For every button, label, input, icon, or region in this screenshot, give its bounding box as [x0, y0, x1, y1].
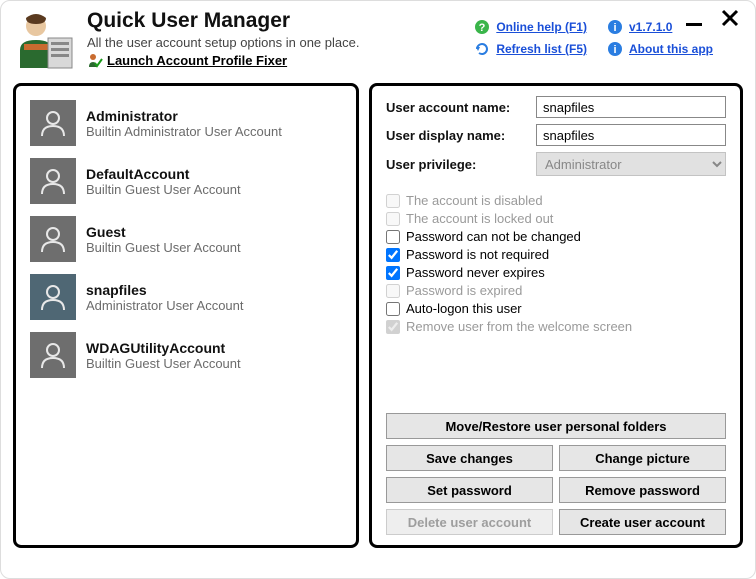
user-name: DefaultAccount: [86, 166, 241, 182]
user-avatar-icon: [30, 158, 76, 204]
user-item-administrator[interactable]: AdministratorBuiltin Administrator User …: [26, 94, 346, 152]
account-name-label: User account name:: [386, 100, 536, 115]
online-help-link[interactable]: Online help (F1): [496, 20, 587, 34]
user-desc: Builtin Guest User Account: [86, 356, 241, 371]
user-avatar-icon: [30, 100, 76, 146]
check-autologon[interactable]: Auto-logon this user: [386, 301, 726, 316]
check-pw-neverexpires[interactable]: Password never expires: [386, 265, 726, 280]
svg-text:?: ?: [479, 22, 486, 34]
save-changes-button[interactable]: Save changes: [386, 445, 553, 471]
refresh-list-link[interactable]: Refresh list (F5): [496, 42, 587, 56]
display-name-input[interactable]: [536, 124, 726, 146]
user-list-panel: AdministratorBuiltin Administrator User …: [13, 83, 359, 548]
launch-profile-fixer-link[interactable]: Launch Account Profile Fixer: [107, 53, 287, 68]
version-link[interactable]: v1.7.1.0: [629, 20, 672, 34]
check-pw-expired[interactable]: Password is expired: [386, 283, 726, 298]
check-remove-welcome[interactable]: Remove user from the welcome screen: [386, 319, 726, 334]
user-name: WDAGUtilityAccount: [86, 340, 241, 356]
user-name: Administrator: [86, 108, 282, 124]
create-user-button[interactable]: Create user account: [559, 509, 726, 535]
app-window: Quick User Manager All the user account …: [0, 0, 756, 579]
remove-password-button[interactable]: Remove password: [559, 477, 726, 503]
close-button[interactable]: [719, 7, 741, 29]
privilege-label: User privilege:: [386, 157, 536, 172]
app-icon: [13, 9, 77, 73]
user-name: Guest: [86, 224, 241, 240]
user-item-guest[interactable]: GuestBuiltin Guest User Account: [26, 210, 346, 268]
about-app-link[interactable]: About this app: [629, 42, 713, 56]
app-subtitle: All the user account setup options in on…: [87, 35, 464, 50]
user-avatar-icon: [30, 332, 76, 378]
user-item-snapfiles[interactable]: snapfilesAdministrator User Account: [26, 268, 346, 326]
minimize-button[interactable]: [683, 7, 705, 29]
user-checkmark-icon: [87, 52, 103, 68]
user-avatar-icon: [30, 274, 76, 320]
help-icon: ?: [474, 19, 490, 35]
check-pw-notrequired[interactable]: Password is not required: [386, 247, 726, 262]
user-avatar-icon: [30, 216, 76, 262]
info-icon: i: [607, 41, 623, 57]
check-account-disabled[interactable]: The account is disabled: [386, 193, 726, 208]
user-name: snapfiles: [86, 282, 244, 298]
account-name-input[interactable]: [536, 96, 726, 118]
user-desc: Builtin Administrator User Account: [86, 124, 282, 139]
user-desc: Builtin Guest User Account: [86, 182, 241, 197]
user-details-panel: User account name: User display name: Us…: [369, 83, 743, 548]
user-item-defaultaccount[interactable]: DefaultAccountBuiltin Guest User Account: [26, 152, 346, 210]
svg-text:i: i: [613, 22, 616, 34]
privilege-select[interactable]: Administrator: [536, 152, 726, 176]
refresh-icon: [474, 41, 490, 57]
user-desc: Builtin Guest User Account: [86, 240, 241, 255]
delete-user-button: Delete user account: [386, 509, 553, 535]
display-name-label: User display name:: [386, 128, 536, 143]
user-item-wdagutilityaccount[interactable]: WDAGUtilityAccountBuiltin Guest User Acc…: [26, 326, 346, 384]
svg-text:i: i: [613, 44, 616, 56]
header-links: ? Online help (F1) i v1.7.1.0 Refresh li…: [474, 19, 713, 57]
check-account-locked[interactable]: The account is locked out: [386, 211, 726, 226]
header: Quick User Manager All the user account …: [13, 9, 743, 77]
check-pw-nochange[interactable]: Password can not be changed: [386, 229, 726, 244]
change-picture-button[interactable]: Change picture: [559, 445, 726, 471]
move-restore-button[interactable]: Move/Restore user personal folders: [386, 413, 726, 439]
user-desc: Administrator User Account: [86, 298, 244, 313]
info-icon: i: [607, 19, 623, 35]
set-password-button[interactable]: Set password: [386, 477, 553, 503]
app-title: Quick User Manager: [87, 9, 464, 33]
